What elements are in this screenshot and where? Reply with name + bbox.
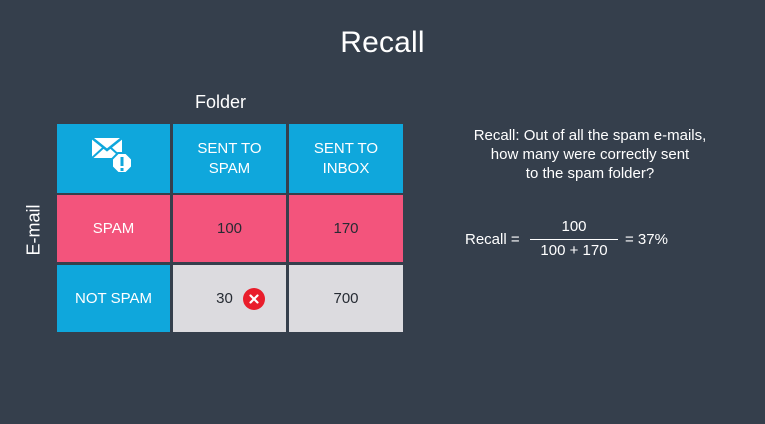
formula-numerator: 100 — [561, 218, 587, 235]
column-header-label: SENT TO SPAM — [197, 139, 262, 177]
cell-not-spam-sent-to-spam: 30 — [173, 265, 286, 332]
formula-label: Recall = — [465, 231, 520, 248]
email-axis-label: E-mail — [23, 204, 44, 256]
fraction-bar — [530, 239, 618, 240]
cell-not-spam-sent-to-inbox: 700 — [289, 265, 403, 332]
spam-mail-warning-icon — [88, 135, 140, 182]
formula-denominator: 100 + 170 — [540, 242, 608, 259]
formula-result: = 37% — [625, 231, 668, 248]
explanation-line: to the spam folder? — [525, 165, 655, 182]
explanation-line: Recall: Out of all the spam e-mails, — [473, 127, 707, 144]
recall-explanation: Recall: Out of all the spam e-mails, how… — [440, 126, 740, 183]
cell-value: 170 — [333, 220, 359, 237]
corner-icon-cell — [57, 124, 170, 193]
slide-title: Recall — [340, 26, 425, 59]
row-header-spam: SPAM — [57, 195, 170, 262]
cell-value: 30 — [216, 290, 233, 307]
explanation-line: how many were correctly sent — [490, 146, 690, 163]
column-header-sent-to-spam: SENT TO SPAM — [173, 124, 286, 193]
cell-spam-sent-to-spam: 100 — [173, 195, 286, 262]
column-header-sent-to-inbox: SENT TO INBOX — [289, 124, 403, 193]
cell-value: 700 — [333, 290, 359, 307]
row-header-label: NOT SPAM — [75, 290, 152, 307]
column-header-label: SENT TO INBOX — [313, 139, 379, 177]
cell-value: 100 — [216, 220, 243, 237]
cell-spam-sent-to-inbox: 170 — [289, 195, 403, 262]
close-icon — [242, 287, 265, 310]
folder-axis-label: Folder — [195, 92, 247, 112]
row-header-label: SPAM — [92, 220, 135, 237]
row-header-not-spam: NOT SPAM — [57, 265, 170, 332]
